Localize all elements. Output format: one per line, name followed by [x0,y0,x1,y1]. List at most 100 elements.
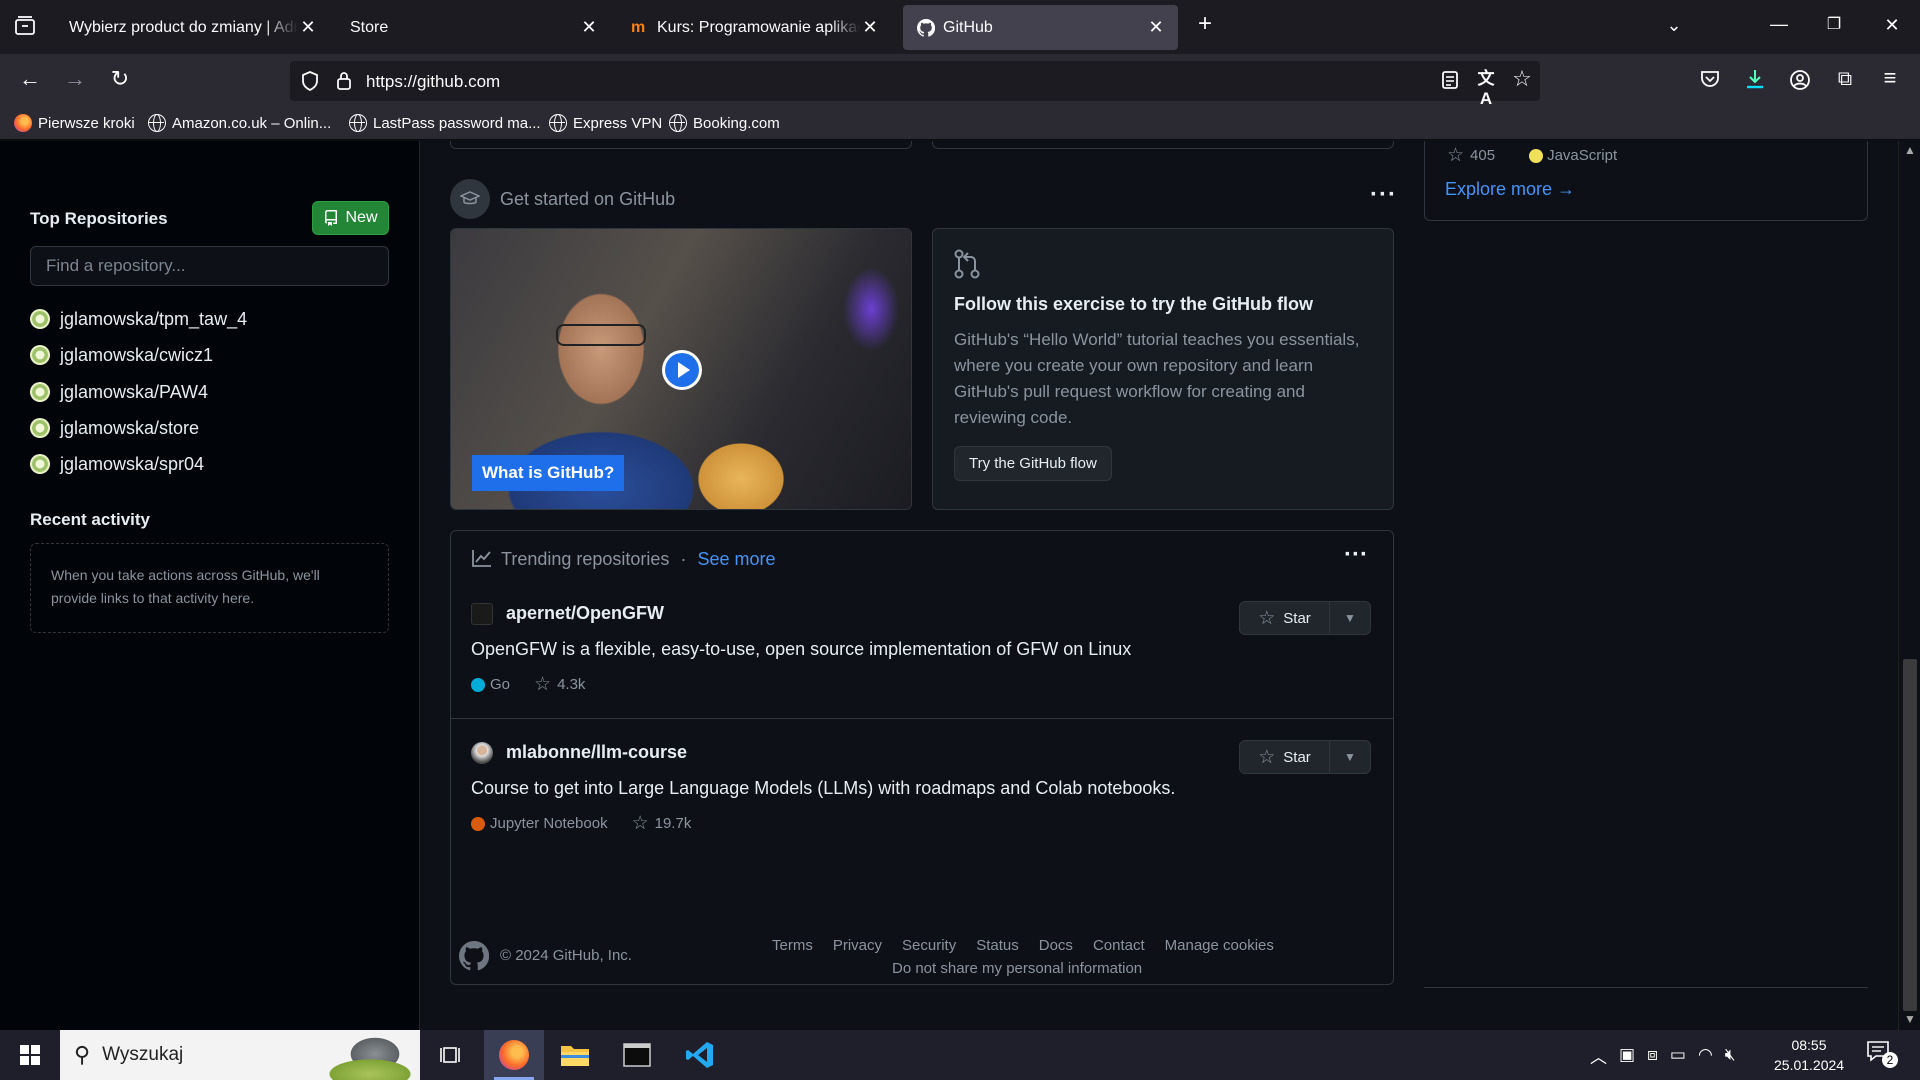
meet-icon[interactable]: ▣ [1619,1045,1635,1065]
footer-link-manage-cookies[interactable]: Manage cookies [1165,937,1274,954]
back-icon[interactable]: ← [18,68,42,93]
scroll-up-icon[interactable]: ▲ [1904,143,1916,157]
task-view-button[interactable] [420,1030,480,1080]
url-bar[interactable]: https://github.com 文A ☆ [290,61,1540,108]
video-label: What is GitHub? [472,455,625,491]
star-button[interactable]: ☆ Star ▼ [1239,740,1371,774]
chevron-down-icon[interactable]: ⌄ [1662,15,1686,39]
taskbar-firefox[interactable] [484,1030,544,1080]
translate-icon[interactable]: 文A [1474,69,1498,108]
wifi-icon[interactable]: ◠ [1698,1045,1713,1065]
try-github-flow-button[interactable]: Try the GitHub flow [954,446,1112,481]
close-icon[interactable]: ✕ [1146,17,1166,38]
scroll-down-icon[interactable]: ▼ [1904,1012,1916,1026]
repo-meta: Go ☆ 4.3k [471,673,585,696]
bookmark-pierwsze-kroki[interactable]: Pierwsze kroki [14,114,135,132]
video-card[interactable]: What is GitHub? [450,228,912,510]
repo-link[interactable]: jglamowska/cwicz1 [30,341,213,369]
get-started-title: Get started on GitHub [500,189,676,209]
taskbar-vscode[interactable] [670,1030,730,1080]
volume-mute-icon[interactable]: 🔇︎ [1725,1045,1736,1065]
trending-repo-name[interactable]: apernet/OpenGFW [506,603,664,624]
trending-repo-description: Course to get into Large Language Models… [471,778,1176,798]
chevron-down-icon[interactable]: ▼ [1330,741,1370,773]
explore-more-link[interactable]: Explore more → [1445,179,1575,200]
repo-link[interactable]: jglamowska/PAW4 [30,378,208,406]
footer-link-status[interactable]: Status [976,937,1019,954]
minimize-icon[interactable]: — [1767,14,1791,38]
repo-link[interactable]: jglamowska/spr04 [30,450,204,478]
task-view-icon [440,1047,460,1063]
bookmark-label: Express VPN [573,114,663,132]
bookmark-amazon[interactable]: Amazon.co.uk – Onlin... [148,114,331,132]
account-icon[interactable] [1788,69,1812,93]
footer-link-terms[interactable]: Terms [772,937,813,954]
repo-meta: Jupyter Notebook ☆ 19.7k [471,812,691,835]
tab-admin[interactable]: Wybierz product do zmiany | Administracj… [55,5,330,50]
firefox-icon [14,114,32,132]
new-button-label: New [345,209,378,226]
taskbar-file-explorer[interactable] [545,1030,605,1080]
new-repo-button[interactable]: New [312,201,389,235]
close-icon[interactable]: ✕ [579,17,599,38]
footer-link-security[interactable]: Security [902,937,956,954]
battery-icon[interactable]: ▭ [1670,1045,1686,1065]
globe-icon [669,114,687,132]
partial-language: JavaScript [1547,147,1618,164]
footer-link-contact[interactable]: Contact [1093,937,1145,954]
taskbar-search[interactable]: ⚲ Wyszukaj [60,1030,420,1080]
new-tab-icon[interactable]: + [1193,12,1217,38]
bookmark-express-vpn[interactable]: Express VPN [549,114,662,132]
bookmark-star-icon[interactable]: ☆ [1510,68,1534,93]
star-count[interactable]: 4.3k [557,676,585,693]
tab-store-title: Store [350,18,389,36]
menu-icon[interactable]: ≡ [1878,67,1902,92]
scrollbar-thumb[interactable] [1903,659,1917,1011]
tab-store[interactable]: Store ✕ [336,5,611,50]
right-divider [1424,987,1868,988]
taskbar-terminal[interactable] [607,1030,667,1080]
see-more-link[interactable]: See more [697,549,775,569]
tab-course[interactable]: m Kurs: Programowanie aplikacji webowych… [617,5,892,50]
find-repository-input[interactable]: Find a repository... [30,246,389,286]
close-window-icon[interactable]: ✕ [1880,15,1904,39]
star-button[interactable]: ☆ Star ▼ [1239,601,1371,635]
star-count[interactable]: 19.7k [655,815,692,832]
repo-link[interactable]: jglamowska/tpm_taw_4 [30,305,247,333]
kebab-menu-icon[interactable]: ··· [1370,181,1397,209]
tab-list-icon[interactable] [13,15,37,39]
page-scrollbar[interactable]: ▲ ▼ [1898,141,1920,1030]
repo-link[interactable]: jglamowska/store [30,414,199,442]
download-icon[interactable] [1743,68,1767,92]
language-color-dot [471,677,485,692]
bookmark-lastpass[interactable]: LastPass password ma... [349,114,541,132]
capture-icon[interactable]: ⧈ [1647,1045,1658,1065]
lock-icon[interactable] [332,70,356,94]
extensions-icon[interactable]: ⧉ [1833,69,1857,93]
restore-icon[interactable]: ❐ [1822,15,1846,39]
flow-title: Follow this exercise to try the GitHub f… [954,294,1314,314]
bookmark-booking[interactable]: Booking.com [669,114,780,132]
reload-icon[interactable]: ↻ [108,68,132,93]
star-button-main[interactable]: ☆ Star [1240,741,1330,773]
forward-icon[interactable]: → [63,68,87,93]
notification-center[interactable]: 2 [1866,1040,1902,1070]
tab-github[interactable]: GitHub ✕ [903,5,1178,50]
reader-view-icon[interactable] [1438,70,1462,94]
chevron-down-icon[interactable]: ▼ [1330,602,1370,634]
chevron-up-icon[interactable]: ︿ [1590,1043,1607,1068]
star-icon: ☆ [1447,145,1465,166]
pocket-icon[interactable] [1698,69,1722,93]
play-icon[interactable] [662,350,702,390]
close-icon[interactable]: ✕ [298,17,318,38]
footer-link-privacy[interactable]: Privacy [833,937,882,954]
star-button-main[interactable]: ☆ Star [1240,602,1330,634]
start-button[interactable] [0,1030,60,1080]
kebab-menu-icon[interactable]: ··· [1344,541,1368,569]
clock[interactable]: 08:55 25.01.2024 [1774,1035,1844,1075]
shield-icon[interactable] [298,70,322,94]
footer-do-not-share[interactable]: Do not share my personal information [892,960,1142,977]
footer-link-docs[interactable]: Docs [1039,937,1073,954]
trending-repo-name[interactable]: mlabonne/llm-course [506,742,687,763]
close-icon[interactable]: ✕ [860,17,880,38]
